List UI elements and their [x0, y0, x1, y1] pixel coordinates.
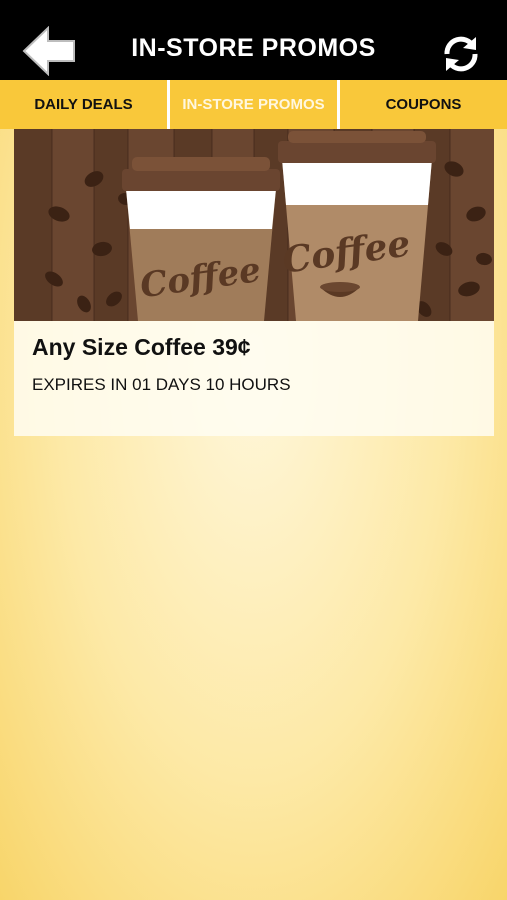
tab-bar: DAILY DEALS IN-STORE PROMOS COUPONS — [0, 80, 507, 129]
promo-expiry: EXPIRES IN 01 DAYS 10 HOURS — [32, 375, 291, 394]
tab-coupons[interactable]: COUPONS — [340, 80, 507, 129]
promo-card[interactable]: Coffee Coffee Any Size Coffee 39¢ EXPIRE… — [14, 129, 494, 436]
promo-title: Any Size Coffee 39¢ — [32, 334, 251, 360]
tab-label: COUPONS — [385, 96, 462, 113]
tab-label: DAILY DEALS — [34, 96, 133, 113]
tab-daily-deals[interactable]: DAILY DEALS — [0, 80, 170, 129]
tab-in-store-promos[interactable]: IN-STORE PROMOS — [170, 80, 340, 129]
app-header: IN-STORE PROMOS — [0, 0, 507, 80]
promo-image: Coffee Coffee — [14, 129, 494, 321]
refresh-button[interactable] — [440, 34, 482, 74]
refresh-icon — [444, 36, 478, 72]
page-title: IN-STORE PROMOS — [131, 34, 376, 62]
tab-label: IN-STORE PROMOS — [182, 96, 325, 113]
